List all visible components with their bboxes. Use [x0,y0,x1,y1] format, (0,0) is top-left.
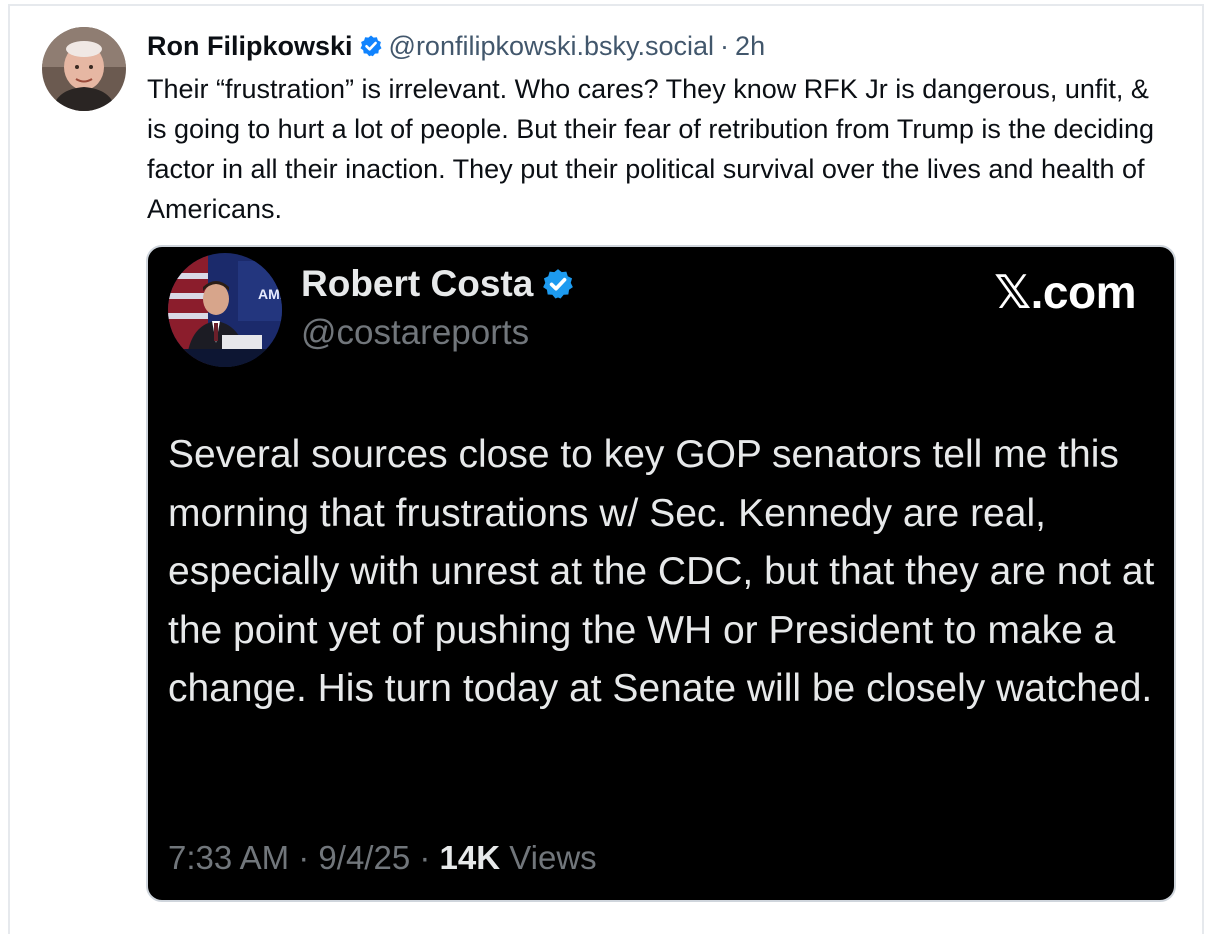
embed-footer: 7:33 AM · 9/4/25 · 14K Views [168,839,597,877]
embed-date: 9/4/25 [318,839,411,876]
embed-author-avatar: AME [168,253,282,367]
embed-text: Several sources close to key GOP senator… [168,433,1155,710]
embed-avatar-badge: AME [258,286,282,302]
embed-footer-separator-2: · [419,839,431,876]
embed-author-name: Robert Costa [301,263,534,304]
embed-footer-separator-1: · [298,839,310,876]
post-header: Ron Filipkowski @ronfilipkowski.bsky.soc… [147,28,765,64]
embed-author-handle: @costareports [301,313,530,352]
author-avatar[interactable] [42,27,126,111]
x-logo-icon: 𝕏 [994,265,1031,319]
x-verified-badge-icon [541,267,575,301]
embed-avatar-image: AME [168,253,282,367]
author-name[interactable]: Ron Filipkowski [147,31,353,62]
x-com-logo: 𝕏.com [994,265,1136,319]
x-com-suffix: .com [1030,266,1137,318]
embed-name-row: Robert Costa [301,263,575,305]
author-avatar-image [42,27,126,111]
post-time[interactable]: 2h [735,31,765,62]
verified-badge-icon [359,34,383,58]
header-separator: · [720,30,730,61]
author-handle[interactable]: @ronfilipkowski.bsky.social [389,31,715,62]
embedded-screenshot[interactable]: AME Robert Costa @costareports 𝕏.com Sev… [146,245,1176,902]
embed-views-count: 14K [439,839,501,876]
embed-views-label: Views [509,839,597,876]
embed-time: 7:33 AM [168,839,290,876]
post-text: Their “frustration” is irrelevant. Who c… [147,74,1155,224]
